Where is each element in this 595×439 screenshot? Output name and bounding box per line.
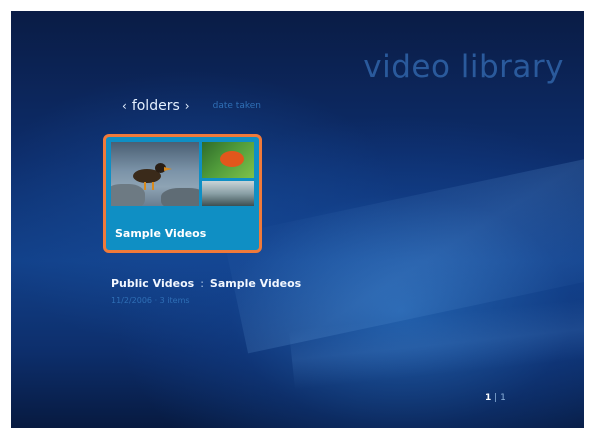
bird-beak	[164, 167, 172, 171]
folder-path: Public Videos: Sample Videos	[111, 277, 301, 290]
page-current: 1	[485, 393, 492, 403]
folder-meta: 11/2/2006 · 3 items	[111, 296, 190, 305]
bird-thumbnail	[111, 142, 199, 206]
fish-thumbnail	[202, 142, 254, 178]
page-total: 1	[500, 393, 506, 403]
page-separator: |	[494, 393, 498, 403]
path-current: Sample Videos	[209, 277, 302, 290]
path-parent: Public Videos	[111, 277, 195, 290]
fish-shape	[220, 151, 244, 167]
nav-item-date-taken[interactable]: date taken	[213, 101, 261, 111]
media-center-screen: video library ‹ folders › date taken	[11, 11, 584, 428]
page-indicator: 1 | 1	[485, 393, 506, 403]
rock-shape	[161, 188, 199, 206]
folder-tile-sample-videos[interactable]: Sample Videos	[103, 134, 262, 253]
path-separator: :	[200, 277, 204, 290]
tile-label: Sample Videos	[115, 227, 207, 240]
bird-legs	[144, 182, 154, 190]
chevron-right-icon[interactable]: ›	[185, 99, 190, 113]
landscape-thumbnail	[202, 181, 254, 206]
chevron-left-icon[interactable]: ‹	[122, 99, 127, 113]
view-nav: ‹ folders › date taken	[122, 95, 261, 114]
page-title: video library	[363, 49, 564, 85]
nav-item-folders[interactable]: folders	[132, 98, 180, 114]
rock-shape	[111, 184, 145, 206]
